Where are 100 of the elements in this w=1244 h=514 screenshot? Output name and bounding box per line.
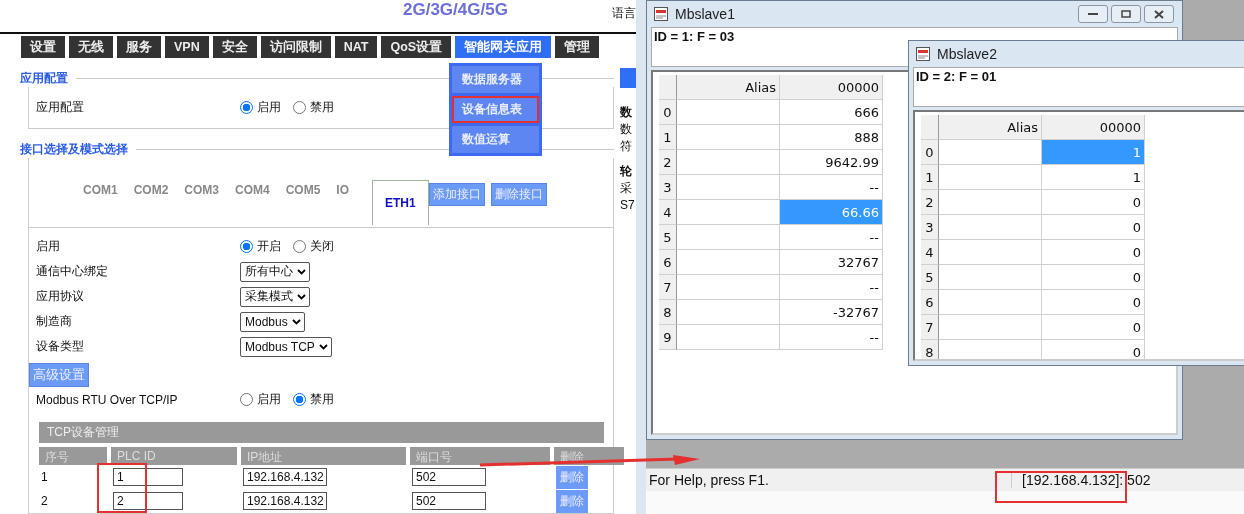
interface-tab[interactable]: COM5 — [278, 183, 328, 197]
row-number: 1 — [921, 165, 939, 190]
nav-tab[interactable]: 智能网关应用 — [455, 36, 552, 58]
maximize-button[interactable] — [1111, 5, 1141, 23]
language-link[interactable]: 语言 — [612, 5, 636, 22]
connection-status: [192.168.4.132]: 502 — [1011, 472, 1151, 488]
nav-tab[interactable]: NAT — [334, 36, 378, 58]
nav-tab[interactable]: 无线 — [69, 36, 113, 58]
column-header: Alias — [939, 115, 1042, 140]
caret-icon — [291, 318, 301, 325]
table-cell[interactable]: -32767 — [780, 300, 883, 325]
column-header: Alias — [677, 75, 780, 100]
table-title: TCP设备管理 — [39, 422, 604, 443]
table-cell[interactable]: 0 — [1042, 190, 1145, 215]
nav-tab[interactable]: 访问限制 — [260, 36, 331, 58]
minimize-button[interactable] — [1078, 5, 1108, 23]
column-header: 端口号 — [410, 447, 550, 465]
ip-field[interactable]: 192.168.4.132 — [243, 492, 327, 510]
interface-tab[interactable]: COM4 — [228, 183, 277, 197]
section-title: 应用配置 — [20, 70, 68, 87]
row-number: 4 — [659, 200, 677, 225]
document-icon — [915, 46, 931, 62]
field-label: Modbus RTU Over TCP/IP — [36, 392, 179, 407]
select-field[interactable]: Modbus TCP — [240, 336, 332, 357]
side-text: S7 — [620, 197, 636, 214]
corner-cell — [659, 75, 677, 100]
column-header: 00000 — [780, 75, 883, 100]
field-label: 设备类型 — [36, 338, 85, 355]
radio-button[interactable] — [293, 240, 306, 253]
nav-tab[interactable]: 管理 — [555, 36, 600, 58]
table-cell[interactable]: -- — [780, 275, 883, 300]
row-number: 3 — [659, 175, 677, 200]
status-text: For Help, press F1. — [648, 472, 769, 488]
maximize-icon — [1121, 10, 1131, 18]
document-icon — [653, 6, 669, 22]
nav-tab[interactable]: 设置 — [21, 36, 65, 58]
close-button[interactable] — [1144, 5, 1174, 23]
row-number: 5 — [921, 265, 939, 290]
plc-id-field[interactable]: 2 — [113, 492, 183, 510]
table-cell[interactable]: 0 — [1042, 315, 1145, 340]
column-header: PLC ID — [111, 447, 237, 465]
nav-tab[interactable]: QoS设置 — [381, 36, 452, 58]
ip-field[interactable]: 192.168.4.132 — [243, 468, 327, 486]
interface-tab[interactable]: IO — [329, 183, 357, 197]
table-cell[interactable]: 0 — [1042, 265, 1145, 290]
row-number: 6 — [921, 290, 939, 315]
field-label: 启用 — [36, 238, 61, 255]
radio-button[interactable] — [240, 393, 253, 406]
table-cell[interactable]: 0 — [1042, 290, 1145, 315]
interface-tab[interactable]: COM3 — [177, 183, 226, 197]
row-number: 9 — [659, 325, 677, 350]
close-icon — [1154, 9, 1164, 19]
window-title: Mbslave2 — [937, 46, 997, 62]
table-cell[interactable]: 0 — [1042, 215, 1145, 240]
row-number: 2 — [659, 150, 677, 175]
radio-option[interactable]: 关闭 — [293, 238, 334, 255]
column-header: IP地址 — [241, 447, 406, 465]
section-title: 接口选择及模式选择 — [20, 141, 128, 158]
nav-tab[interactable]: VPN — [165, 36, 209, 58]
row-number: 2 — [921, 190, 939, 215]
radio-option[interactable]: 禁用 — [293, 391, 334, 408]
select-field[interactable]: 所有中心 — [240, 261, 310, 282]
radio-option[interactable]: 禁用 — [293, 99, 334, 116]
nav-tab[interactable]: 安全 — [212, 36, 257, 58]
radio-option[interactable]: 启用 — [240, 99, 281, 116]
table-cell[interactable]: 888 — [780, 125, 883, 150]
interface-tab[interactable]: COM1 — [76, 183, 125, 197]
field-label: 应用配置 — [36, 99, 85, 116]
minimize-icon — [1088, 12, 1098, 16]
table-cell[interactable]: 9642.99 — [780, 150, 883, 175]
row-number: 0 — [659, 100, 677, 125]
port-field[interactable]: 502 — [412, 492, 486, 510]
field-label: 通信中心绑定 — [36, 263, 109, 280]
radio-button[interactable] — [293, 101, 306, 114]
radio-button[interactable] — [293, 393, 306, 406]
table-cell[interactable]: 0 — [1042, 240, 1145, 265]
nav-tab[interactable]: 服务 — [117, 36, 161, 58]
port-field[interactable]: 502 — [412, 468, 486, 486]
column-header: 00000 — [1042, 115, 1145, 140]
side-text: 符 — [620, 138, 633, 155]
row-number: 0 — [921, 140, 939, 165]
column-header: 序号 — [39, 447, 107, 465]
table-cell[interactable]: 32767 — [780, 250, 883, 275]
table-cell[interactable]: -- — [780, 325, 883, 350]
table-cell[interactable]: 0 — [1042, 340, 1145, 359]
interface-tab[interactable]: COM2 — [126, 183, 176, 197]
select-field[interactable]: 采集模式 — [240, 286, 310, 307]
table-cell[interactable]: 666 — [780, 100, 883, 125]
field-label: 应用协议 — [36, 288, 85, 305]
plc-id-field[interactable]: 1 — [113, 468, 183, 486]
radio-button[interactable] — [240, 101, 253, 114]
table-cell[interactable]: -- — [780, 225, 883, 250]
table-cell-text: 2 — [40, 493, 49, 510]
radio-option[interactable]: 启用 — [240, 391, 281, 408]
row-number: 5 — [659, 225, 677, 250]
table-cell[interactable]: 1 — [1042, 165, 1145, 190]
radio-option[interactable]: 开启 — [240, 238, 281, 255]
interface-tab[interactable]: ETH1 — [372, 180, 429, 225]
radio-button[interactable] — [240, 240, 253, 253]
select-field[interactable]: Modbus — [240, 311, 305, 332]
